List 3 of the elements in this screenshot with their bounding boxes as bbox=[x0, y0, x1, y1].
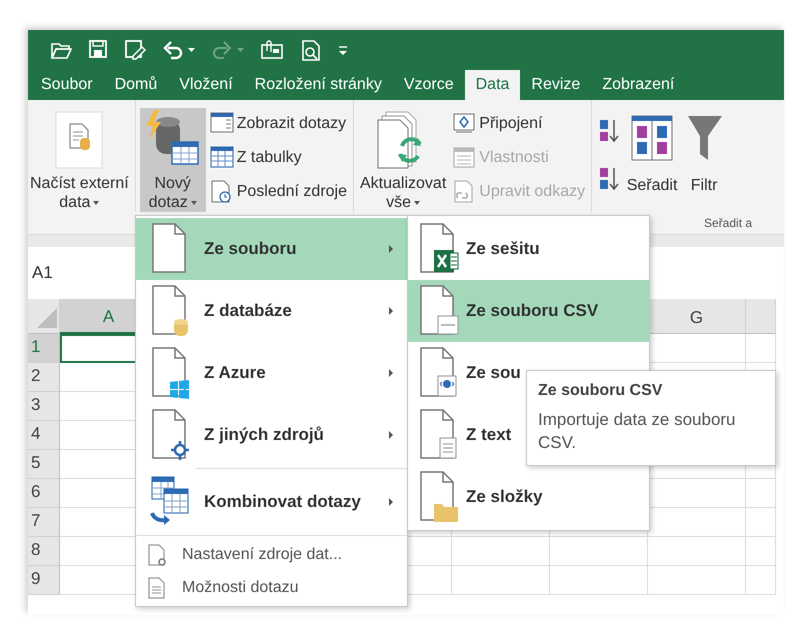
tooltip-title: Ze souboru CSV bbox=[538, 381, 664, 401]
group-label: Seřadit a bbox=[704, 215, 752, 232]
tooltip-text: Importuje data ze souboru CSV. bbox=[538, 409, 737, 454]
